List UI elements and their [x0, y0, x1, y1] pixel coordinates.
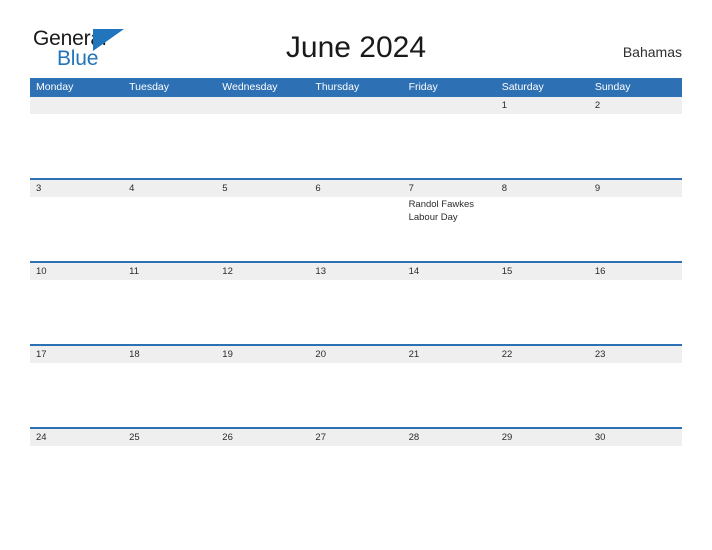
date-number[interactable]: 17 [30, 346, 123, 363]
date-number[interactable]: 28 [403, 429, 496, 446]
country-label: Bahamas [622, 44, 682, 60]
day-cell[interactable] [589, 280, 682, 344]
date-number[interactable] [30, 97, 123, 114]
day-cell[interactable] [216, 197, 309, 261]
date-number[interactable]: 20 [309, 346, 402, 363]
week-content-band: Randol Fawkes Labour Day [30, 197, 682, 261]
date-number[interactable]: 3 [30, 180, 123, 197]
day-cell[interactable] [216, 363, 309, 427]
week-row: 1 2 [30, 97, 682, 178]
date-number[interactable]: 6 [309, 180, 402, 197]
date-number[interactable]: 29 [496, 429, 589, 446]
event-text: Randol Fawkes Labour Day [408, 199, 475, 223]
date-number[interactable]: 15 [496, 263, 589, 280]
day-cell[interactable] [496, 114, 589, 178]
date-number[interactable]: 27 [309, 429, 402, 446]
weekday-saturday: Saturday [501, 81, 544, 93]
day-cell[interactable] [496, 197, 589, 261]
day-cell[interactable] [123, 363, 216, 427]
weekday-monday: Monday [36, 81, 74, 93]
week-row: 24 25 26 27 28 29 30 [30, 427, 682, 510]
week-content-band [30, 280, 682, 344]
date-number[interactable] [403, 97, 496, 114]
date-number[interactable]: 24 [30, 429, 123, 446]
date-number[interactable]: 30 [589, 429, 682, 446]
date-number[interactable]: 9 [589, 180, 682, 197]
day-cell[interactable] [589, 363, 682, 427]
date-number[interactable]: 21 [403, 346, 496, 363]
date-number[interactable] [123, 97, 216, 114]
day-cell[interactable] [309, 363, 402, 427]
week-row: 10 11 12 13 14 15 16 [30, 261, 682, 344]
date-number[interactable]: 26 [216, 429, 309, 446]
day-cell[interactable] [589, 446, 682, 510]
date-number[interactable] [309, 97, 402, 114]
date-number[interactable]: 1 [496, 97, 589, 114]
date-number[interactable]: 22 [496, 346, 589, 363]
date-number[interactable]: 5 [216, 180, 309, 197]
week-date-band: 3 4 5 6 7 8 9 [30, 180, 682, 197]
day-cell[interactable] [589, 197, 682, 261]
day-cell[interactable] [123, 446, 216, 510]
date-number[interactable]: 18 [123, 346, 216, 363]
day-cell[interactable] [123, 197, 216, 261]
week-date-band: 10 11 12 13 14 15 16 [30, 263, 682, 280]
day-cell[interactable] [30, 197, 123, 261]
day-cell[interactable] [309, 114, 402, 178]
day-cell[interactable] [403, 363, 496, 427]
day-cell[interactable] [496, 363, 589, 427]
day-cell[interactable] [123, 114, 216, 178]
day-cell[interactable] [403, 280, 496, 344]
weekday-wednesday: Wednesday [222, 81, 278, 93]
day-cell[interactable] [496, 280, 589, 344]
day-cell[interactable] [309, 197, 402, 261]
day-cell[interactable] [589, 114, 682, 178]
date-number[interactable]: 10 [30, 263, 123, 280]
date-number[interactable]: 14 [403, 263, 496, 280]
day-cell[interactable] [30, 280, 123, 344]
day-cell[interactable] [403, 114, 496, 178]
weekday-friday: Friday [408, 81, 438, 93]
calendar-grid: Monday Tuesday Wednesday Thursday Friday… [30, 78, 682, 510]
weekday-tuesday: Tuesday [129, 81, 170, 93]
day-cell[interactable] [309, 446, 402, 510]
day-cell[interactable] [123, 280, 216, 344]
day-cell[interactable]: Randol Fawkes Labour Day [403, 197, 496, 261]
date-number[interactable]: 4 [123, 180, 216, 197]
day-cell[interactable] [30, 446, 123, 510]
weekday-header-row: Monday Tuesday Wednesday Thursday Friday… [30, 78, 682, 97]
week-row: 17 18 19 20 21 22 23 [30, 344, 682, 427]
week-date-band: 24 25 26 27 28 29 30 [30, 429, 682, 446]
date-number[interactable]: 2 [589, 97, 682, 114]
week-row: 3 4 5 6 7 8 9 Randol Fawkes Labour Day [30, 178, 682, 261]
page-title: June 2024 [285, 31, 427, 64]
week-content-band [30, 114, 682, 178]
day-cell[interactable] [216, 446, 309, 510]
day-cell[interactable] [216, 280, 309, 344]
day-cell[interactable] [216, 114, 309, 178]
week-date-band: 1 2 [30, 97, 682, 114]
date-number[interactable]: 13 [309, 263, 402, 280]
date-number[interactable]: 11 [123, 263, 216, 280]
day-cell[interactable] [496, 446, 589, 510]
day-cell[interactable] [309, 280, 402, 344]
week-date-band: 17 18 19 20 21 22 23 [30, 346, 682, 363]
date-number[interactable]: 23 [589, 346, 682, 363]
date-number[interactable]: 16 [589, 263, 682, 280]
weekday-thursday: Thursday [315, 81, 360, 93]
date-number[interactable]: 19 [216, 346, 309, 363]
date-number[interactable]: 25 [123, 429, 216, 446]
day-cell[interactable] [30, 114, 123, 178]
week-content-band [30, 363, 682, 427]
day-cell[interactable] [30, 363, 123, 427]
week-content-band [30, 446, 682, 510]
date-number[interactable] [216, 97, 309, 114]
day-cell[interactable] [403, 446, 496, 510]
date-number[interactable]: 12 [216, 263, 309, 280]
date-number[interactable]: 7 [403, 180, 496, 197]
weekday-sunday: Sunday [594, 81, 631, 93]
page-header: General Blue June 2024 Bahamas [0, 0, 712, 78]
date-number[interactable]: 8 [496, 180, 589, 197]
